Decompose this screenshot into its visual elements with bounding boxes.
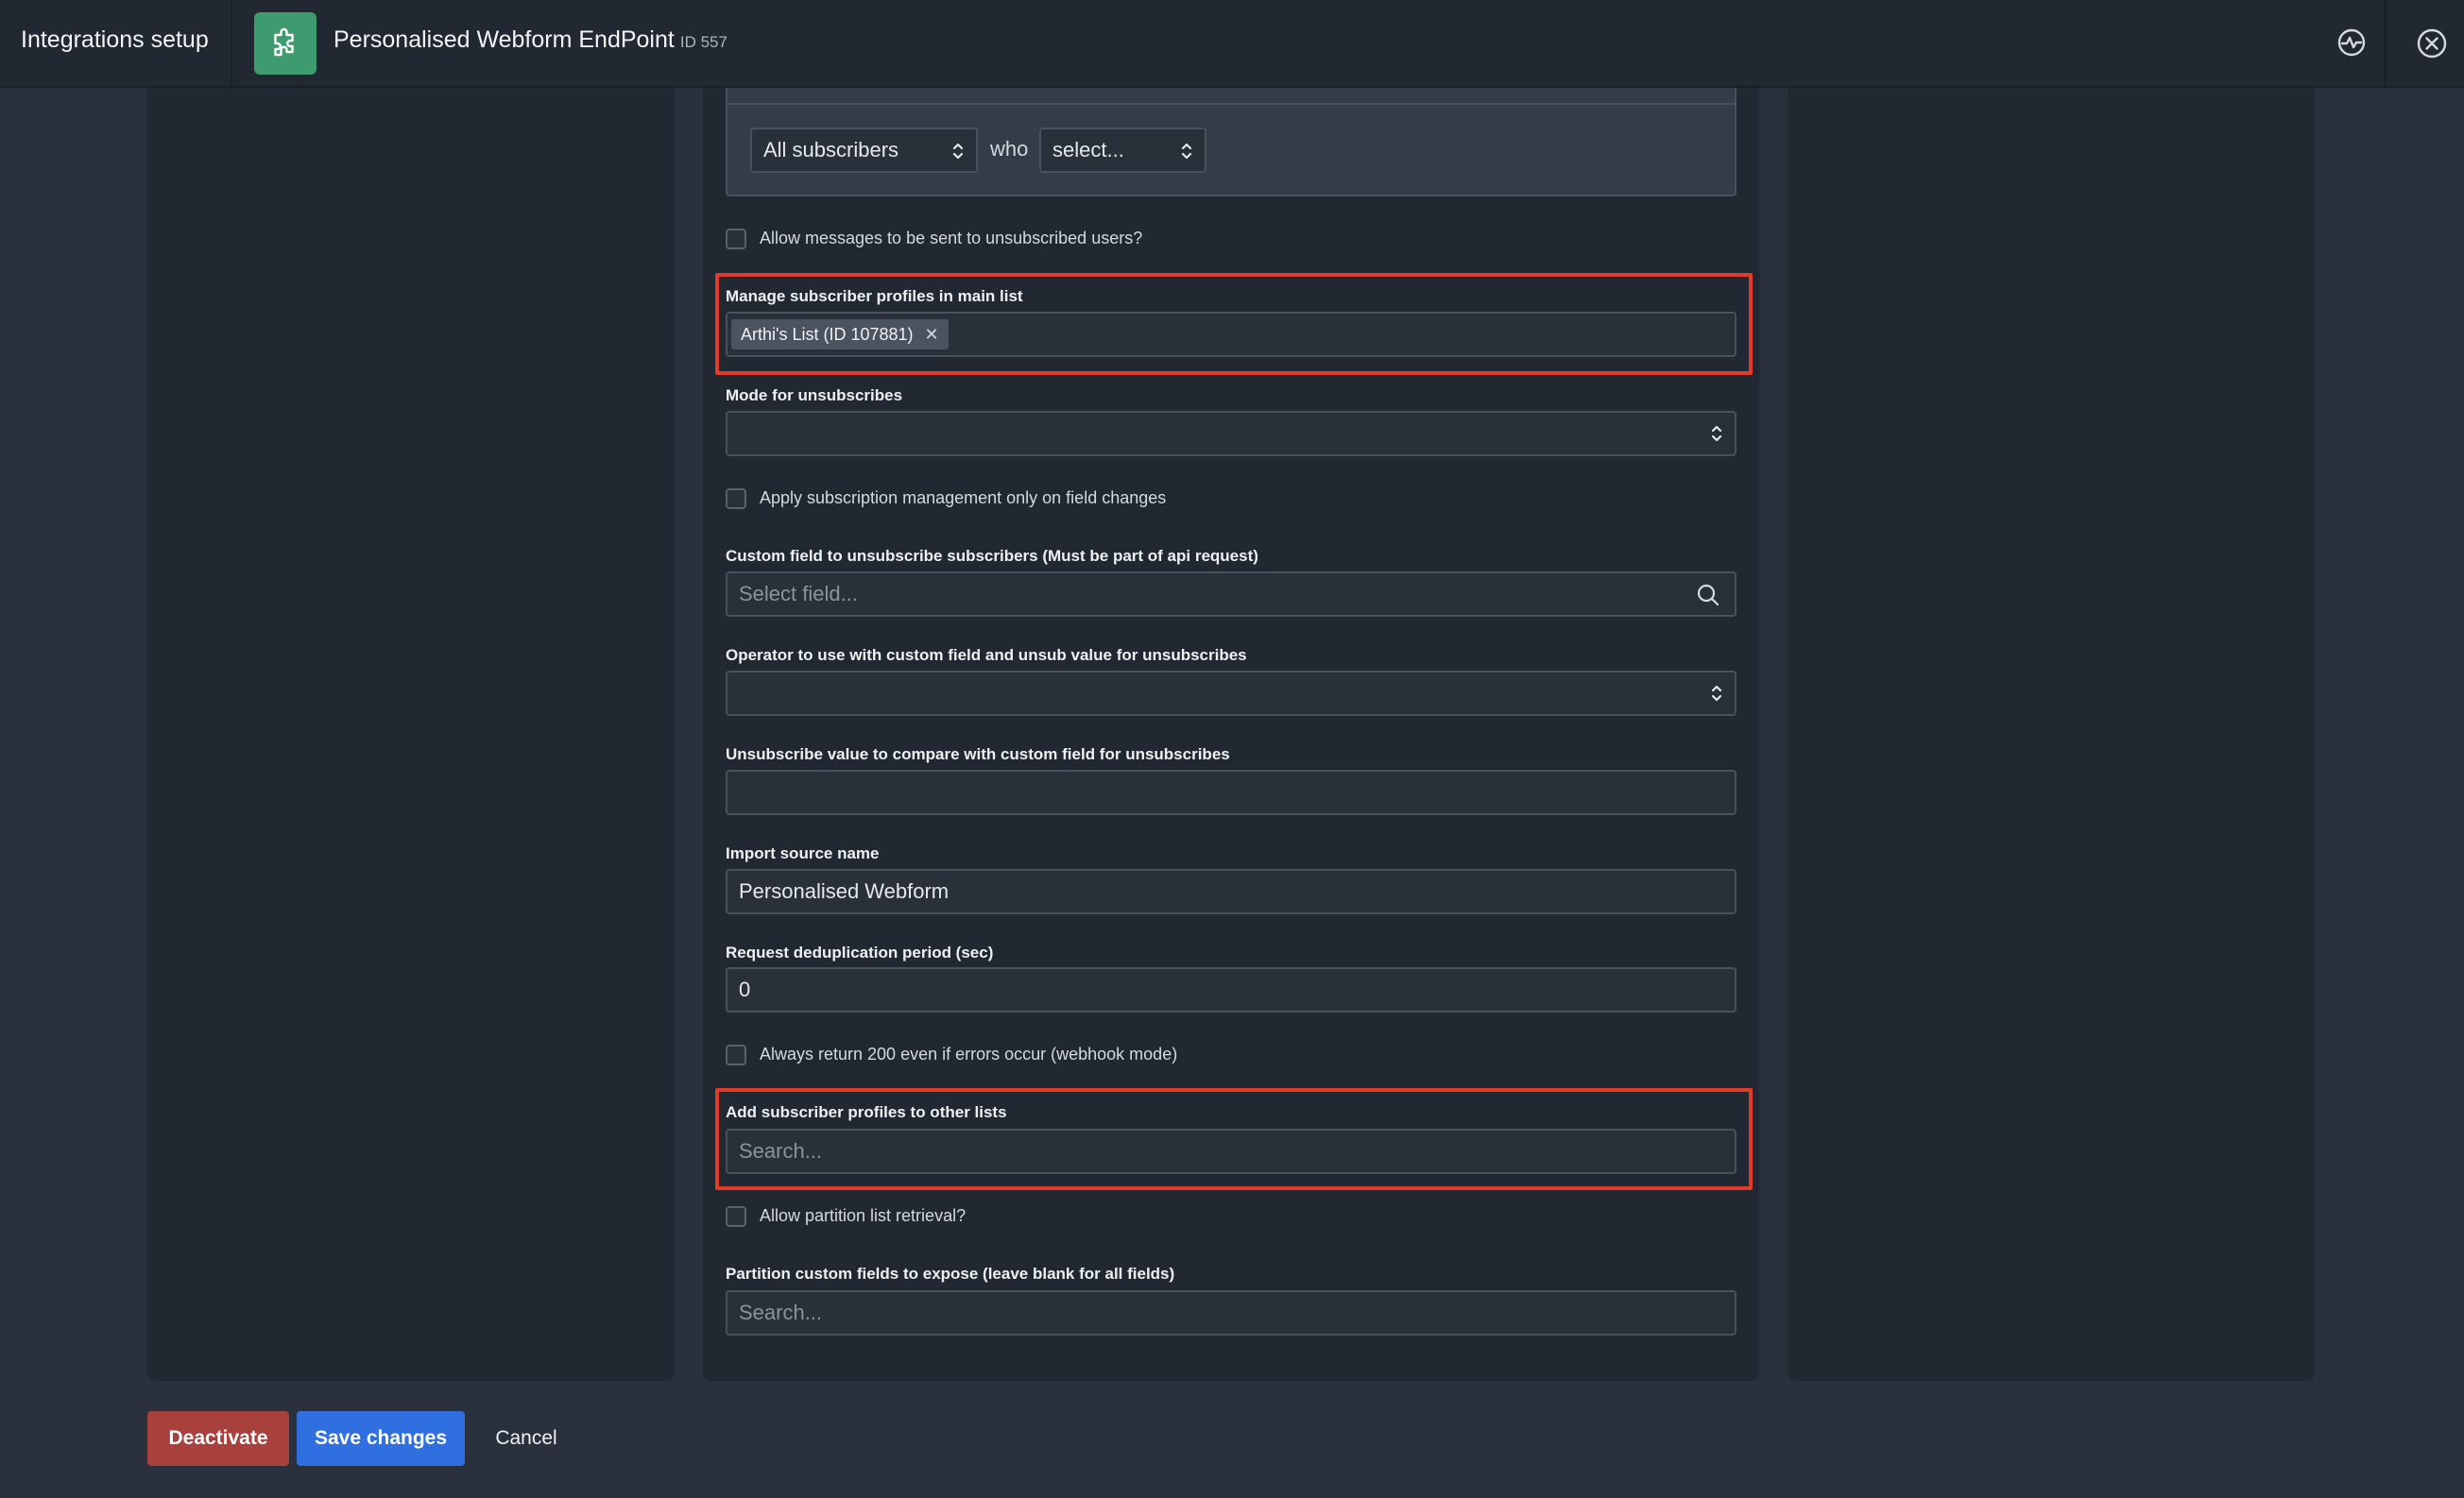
import-source-input[interactable]: Personalised Webform bbox=[726, 869, 1737, 914]
page-title-text: Personalised Webform EndPoint bbox=[334, 26, 675, 53]
dedup-period-input[interactable]: 0 bbox=[726, 967, 1737, 1013]
audience-select[interactable]: All subscribers bbox=[750, 128, 978, 173]
page-title: Personalised Webform EndPoint ID 557 bbox=[334, 26, 727, 54]
top-bar: Integrations setup Personalised Webform … bbox=[0, 0, 2464, 88]
deactivate-button[interactable]: Deactivate bbox=[147, 1411, 289, 1466]
operator-label: Operator to use with custom field and un… bbox=[726, 646, 1247, 664]
dedup-period-label: Request deduplication period (sec) bbox=[726, 944, 994, 962]
apply-field-changes-label: Apply subscription management only on fi… bbox=[760, 488, 1167, 507]
plugin-icon bbox=[254, 12, 317, 75]
partition-retrieval-label: Allow partition list retrieval? bbox=[760, 1206, 967, 1225]
main-list-tag-label: Arthi's List (ID 107881) bbox=[741, 325, 914, 344]
header-divider bbox=[231, 0, 232, 88]
other-lists-input[interactable]: Search... bbox=[726, 1129, 1737, 1174]
app-title: Integrations setup bbox=[21, 26, 209, 53]
allow-unsubscribed-label: Allow messages to be sent to unsubscribe… bbox=[760, 229, 1143, 247]
audience-select-value: All subscribers bbox=[763, 138, 899, 162]
mode-unsubscribes-select[interactable] bbox=[726, 411, 1737, 456]
partition-fields-placeholder: Search... bbox=[739, 1301, 823, 1324]
always-200-checkbox[interactable] bbox=[726, 1045, 746, 1065]
partition-fields-input[interactable]: Search... bbox=[726, 1290, 1737, 1336]
condition-select-value: select... bbox=[1052, 138, 1124, 162]
right-panel bbox=[1788, 88, 2315, 1381]
updown-icon bbox=[952, 143, 964, 160]
main-list-tag: Arthi's List (ID 107881) ✕ bbox=[731, 319, 949, 349]
main-list-label: Manage subscriber profiles in main list bbox=[726, 287, 1023, 305]
unsub-value-label: Unsubscribe value to compare with custom… bbox=[726, 745, 1230, 763]
unsub-value-input[interactable] bbox=[726, 770, 1737, 815]
close-icon[interactable] bbox=[2416, 27, 2448, 60]
operator-select[interactable] bbox=[726, 671, 1737, 716]
cancel-button[interactable]: Cancel bbox=[484, 1411, 569, 1466]
custom-field-unsub-input[interactable]: Select field... bbox=[726, 571, 1737, 617]
activity-icon[interactable] bbox=[2336, 27, 2367, 58]
header-divider bbox=[2385, 0, 2387, 88]
import-source-label: Import source name bbox=[726, 844, 880, 862]
partition-retrieval-checkbox[interactable] bbox=[726, 1206, 746, 1227]
updown-icon bbox=[1711, 425, 1722, 442]
who-label: who bbox=[990, 137, 1029, 161]
remove-tag-icon[interactable]: ✕ bbox=[925, 325, 939, 344]
filter-divider bbox=[727, 103, 1735, 105]
other-lists-label: Add subscriber profiles to other lists bbox=[726, 1103, 1007, 1121]
condition-select[interactable]: select... bbox=[1039, 128, 1206, 173]
apply-field-changes-checkbox[interactable] bbox=[726, 488, 746, 509]
always-200-label: Always return 200 even if errors occur (… bbox=[760, 1045, 1178, 1064]
search-icon[interactable] bbox=[1696, 583, 1720, 607]
other-lists-placeholder: Search... bbox=[739, 1139, 823, 1163]
dedup-period-value: 0 bbox=[739, 978, 751, 1001]
updown-icon bbox=[1711, 685, 1722, 702]
mode-unsubscribes-label: Mode for unsubscribes bbox=[726, 386, 903, 404]
custom-field-unsub-label: Custom field to unsubscribe subscribers … bbox=[726, 547, 1258, 565]
custom-field-unsub-placeholder: Select field... bbox=[739, 582, 858, 605]
allow-unsubscribed-checkbox[interactable] bbox=[726, 229, 746, 249]
left-panel bbox=[147, 88, 675, 1381]
import-source-value: Personalised Webform bbox=[739, 879, 950, 903]
updown-icon bbox=[1181, 143, 1192, 160]
page-id: ID 557 bbox=[679, 33, 727, 51]
partition-fields-label: Partition custom fields to expose (leave… bbox=[726, 1265, 1175, 1283]
save-changes-button[interactable]: Save changes bbox=[297, 1411, 465, 1466]
